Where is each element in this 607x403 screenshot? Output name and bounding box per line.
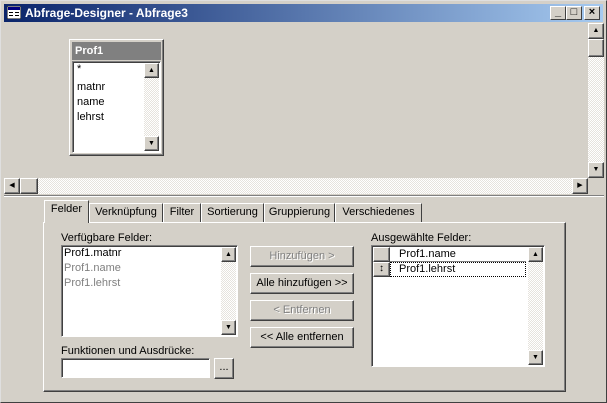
table-scroll-up[interactable]: ▲ bbox=[144, 63, 159, 78]
table-box-title: Prof1 bbox=[75, 45, 104, 57]
scroll-corner bbox=[588, 178, 604, 194]
arrow-up-icon: ▲ bbox=[148, 67, 155, 74]
minimize-button[interactable]: _ bbox=[550, 6, 566, 20]
scroll-down-button[interactable]: ▼ bbox=[588, 162, 604, 178]
tab-sortierung[interactable]: Sortierung bbox=[201, 203, 264, 222]
tab-felder[interactable]: Felder bbox=[44, 200, 89, 223]
app-icon bbox=[7, 6, 21, 19]
table-field[interactable]: name bbox=[77, 96, 105, 108]
table-box-prof1[interactable]: Prof1 * matnr name lehrst ▲ ▼ bbox=[69, 39, 164, 156]
tab-label: Verschiedenes bbox=[342, 206, 415, 218]
tab-label: Gruppierung bbox=[268, 206, 331, 218]
title-bar[interactable]: Abfrage-Designer - Abfrage3 _ □ × bbox=[4, 4, 603, 22]
arrow-left-icon: ◀ bbox=[9, 182, 15, 189]
tab-verschiedenes[interactable]: Verschiedenes bbox=[335, 203, 422, 222]
table-field[interactable]: matnr bbox=[77, 81, 105, 93]
tab-label: Filter bbox=[169, 206, 195, 218]
table-field[interactable]: * bbox=[77, 63, 81, 75]
table-field-scrollbar[interactable]: ▲ ▼ bbox=[144, 63, 159, 151]
table-scroll-down[interactable]: ▼ bbox=[144, 136, 159, 151]
maximize-button[interactable]: □ bbox=[566, 6, 582, 20]
tab-panel bbox=[43, 222, 566, 392]
tab-gruppierung[interactable]: Gruppierung bbox=[264, 203, 335, 222]
close-icon: × bbox=[588, 6, 596, 18]
close-button[interactable]: × bbox=[584, 6, 600, 20]
arrow-down-icon: ▼ bbox=[148, 140, 155, 147]
vscroll-thumb[interactable] bbox=[588, 39, 604, 57]
scroll-right-button[interactable]: ▶ bbox=[572, 178, 588, 194]
design-hscrollbar[interactable]: ◀ ▶ bbox=[4, 178, 588, 194]
arrow-right-icon: ▶ bbox=[577, 182, 583, 189]
tab-label: Sortierung bbox=[207, 206, 258, 218]
query-designer-window: Abfrage-Designer - Abfrage3 _ □ × ▲ ▼ ◀ … bbox=[0, 0, 607, 403]
arrow-down-icon: ▼ bbox=[592, 166, 600, 173]
minimize-icon: _ bbox=[554, 6, 562, 18]
tab-label: Felder bbox=[50, 203, 83, 215]
tab-filter[interactable]: Filter bbox=[163, 203, 201, 222]
arrow-up-icon: ▲ bbox=[592, 27, 600, 34]
tab-label: Verknüpfung bbox=[95, 206, 157, 218]
table-field-list[interactable]: * matnr name lehrst ▲ ▼ bbox=[72, 61, 161, 153]
scroll-left-button[interactable]: ◀ bbox=[4, 178, 20, 194]
scroll-up-button[interactable]: ▲ bbox=[588, 23, 604, 39]
splitter[interactable] bbox=[4, 195, 604, 197]
table-field[interactable]: lehrst bbox=[77, 111, 104, 123]
window-title: Abfrage-Designer - Abfrage3 bbox=[25, 6, 188, 20]
hscroll-thumb[interactable] bbox=[20, 178, 38, 194]
tab-verknuepfung[interactable]: Verknüpfung bbox=[89, 203, 163, 222]
design-vscrollbar[interactable]: ▲ ▼ bbox=[588, 23, 604, 178]
table-box-header[interactable]: Prof1 bbox=[72, 42, 161, 60]
maximize-icon: □ bbox=[570, 6, 578, 18]
